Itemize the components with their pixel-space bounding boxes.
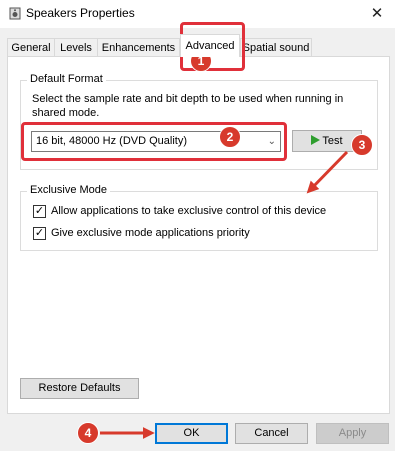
- annotation-arrows: [100, 150, 349, 439]
- tab-advanced[interactable]: Advanced: [180, 34, 240, 57]
- annotation-arrow-3: [306, 150, 349, 194]
